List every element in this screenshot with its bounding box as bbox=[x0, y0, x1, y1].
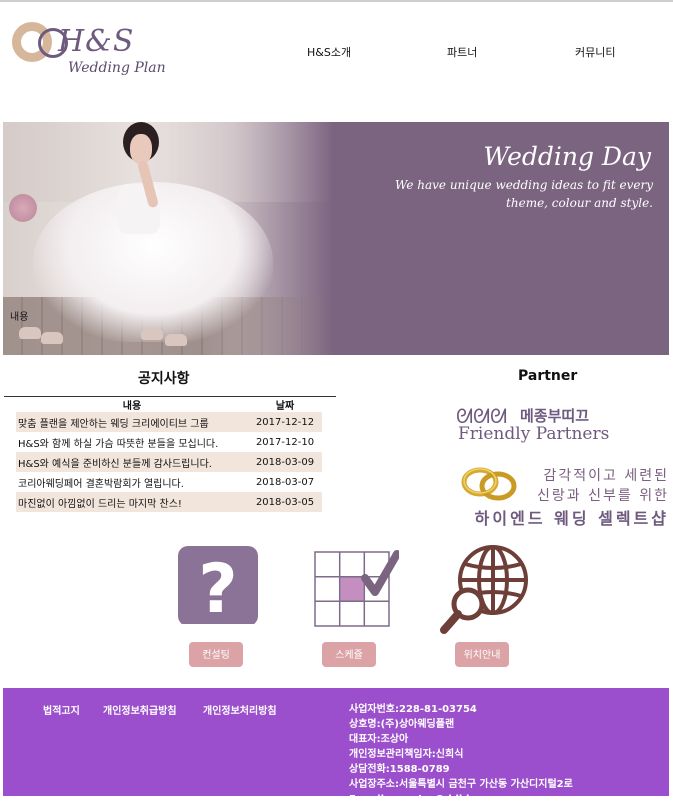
feature-schedule: 스케쥴 bbox=[313, 540, 423, 670]
hero-banner: Wedding Day We have unique wedding ideas… bbox=[3, 122, 669, 355]
logo-brand: H&S bbox=[58, 24, 135, 59]
footer-link-privacy-handling[interactable]: 개인정보취급방침 bbox=[103, 702, 177, 717]
notice-date: 2018-03-05 bbox=[248, 492, 322, 512]
notice-text[interactable]: H&S와 함께 하실 가슴 따뜻한 분들을 모십니다. bbox=[16, 432, 248, 452]
notice-text[interactable]: 코리아웨딩페어 결혼박람회가 열립니다. bbox=[16, 472, 248, 492]
info-line: E-mail : master@ddbb.com bbox=[349, 794, 501, 805]
notice-text[interactable]: H&S와 예식을 준비하신 분들께 감사드립니다. bbox=[16, 452, 248, 472]
location-button[interactable]: 위치안내 bbox=[455, 642, 509, 667]
notice-text[interactable]: 맞춤 플랜을 제안하는 웨딩 크리에이티브 그룹 bbox=[16, 412, 248, 432]
table-row[interactable]: H&S와 함께 하실 가슴 따뜻한 분들을 모십니다. 2017-12-10 bbox=[16, 432, 322, 452]
column-header: 날짜 bbox=[275, 401, 295, 412]
bouquet-icon bbox=[9, 194, 37, 222]
table-row[interactable]: H&S와 예식을 준비하신 분들께 감사드립니다. 2018-03-09 bbox=[16, 452, 322, 472]
notices-table: 내용 날짜 맞춤 플랜을 제안하는 웨딩 크리에이티브 그룹 2017-12-1… bbox=[16, 397, 322, 512]
site-logo[interactable]: H&S Wedding Plan bbox=[10, 18, 170, 84]
table-row[interactable]: 맞춤 플랜을 제안하는 웨딩 크리에이티브 그룹 2017-12-12 bbox=[16, 412, 322, 432]
partner-copy-line: 신랑과 신부를 위한 bbox=[537, 488, 669, 504]
feature-location: 위치안내 bbox=[440, 540, 550, 670]
partner-logo[interactable]: ᘛᘛᘛ 메종부띠끄 Friendly Partners bbox=[456, 402, 616, 448]
partner-copy-line: 하이엔드 웨딩 셀렉트샵 bbox=[474, 509, 669, 528]
table-row[interactable]: 코리아웨딩페어 결혼박람회가 열립니다. 2018-03-07 bbox=[16, 472, 322, 492]
svg-text:?: ? bbox=[198, 550, 237, 624]
shoe-icon bbox=[165, 334, 187, 346]
logo-subtitle: Wedding Plan bbox=[68, 60, 166, 76]
footer-link-privacy-processing[interactable]: 개인정보처리방침 bbox=[203, 702, 277, 717]
feature-consulting: ? 컨설팅 bbox=[177, 540, 287, 670]
column-header: 내용 bbox=[122, 401, 142, 412]
nav-partner[interactable]: 파트너 bbox=[447, 44, 477, 60]
info-line: 사업장주소:서울특별시 금천구 가산동 가산디지털2로 bbox=[349, 779, 573, 790]
globe-search-icon[interactable] bbox=[440, 540, 534, 636]
info-line: 사업자번호:228-81-03754 bbox=[349, 704, 477, 715]
table-row[interactable]: 마진없이 아낌없이 드리는 마지막 찬스! 2018-03-05 bbox=[16, 492, 322, 512]
question-icon[interactable]: ? bbox=[177, 540, 261, 624]
info-line: 대표자:조상아 bbox=[349, 734, 409, 745]
company-info: 사업자번호:228-81-03754 상호명:(주)상아웨딩플랜 대표자:조상아… bbox=[349, 702, 573, 807]
notices-title: 공지사항 bbox=[138, 371, 190, 387]
notice-date: 2017-12-10 bbox=[255, 436, 315, 448]
hero-tagline: We have unique wedding ideas to fit ever… bbox=[394, 178, 653, 210]
partner-copy: 감각적이고 세련된 신랑과 신부를 위한 하이엔드 웨딩 셀렉트샵 bbox=[475, 466, 669, 532]
partner-name-en: Friendly Partners bbox=[458, 424, 610, 444]
partner-copy-line: 감각적이고 세련된 bbox=[543, 468, 669, 484]
bride-photo bbox=[3, 122, 333, 355]
notice-date: 2018-03-09 bbox=[248, 452, 322, 472]
calendar-check-icon[interactable] bbox=[313, 540, 399, 630]
nav-about[interactable]: H&S소개 bbox=[307, 44, 351, 60]
partner-name-kr: 메종부띠끄 bbox=[520, 407, 590, 425]
table-header: 내용 날짜 bbox=[16, 397, 322, 412]
hero-title: Wedding Day bbox=[483, 142, 651, 171]
info-line: 상담전화:1588-0789 bbox=[349, 764, 450, 775]
footer: 법적고지 개인정보취급방침 개인정보처리방침 사업자번호:228-81-0375… bbox=[3, 688, 669, 805]
notice-date: 2018-03-07 bbox=[255, 476, 315, 488]
footer-link-legal[interactable]: 법적고지 bbox=[43, 702, 80, 717]
consulting-button[interactable]: 컨설팅 bbox=[189, 642, 243, 667]
shoe-icon bbox=[141, 328, 163, 340]
shoe-icon bbox=[19, 327, 41, 339]
nav-community[interactable]: 커뮤니티 bbox=[575, 44, 615, 60]
info-line: 개인정보관리책임자:신희식 bbox=[349, 749, 464, 760]
partner-title: Partner bbox=[518, 368, 578, 384]
notice-text[interactable]: 마진없이 아낌없이 드리는 마지막 찬스! bbox=[16, 492, 248, 512]
hero-caption: 내용 bbox=[10, 312, 29, 323]
shoe-icon bbox=[41, 332, 63, 344]
info-line: 상호명:(주)상아웨딩플랜 bbox=[349, 719, 455, 730]
top-border bbox=[0, 0, 673, 2]
schedule-button[interactable]: 스케쥴 bbox=[322, 642, 376, 667]
notice-date: 2017-12-12 bbox=[248, 412, 322, 432]
